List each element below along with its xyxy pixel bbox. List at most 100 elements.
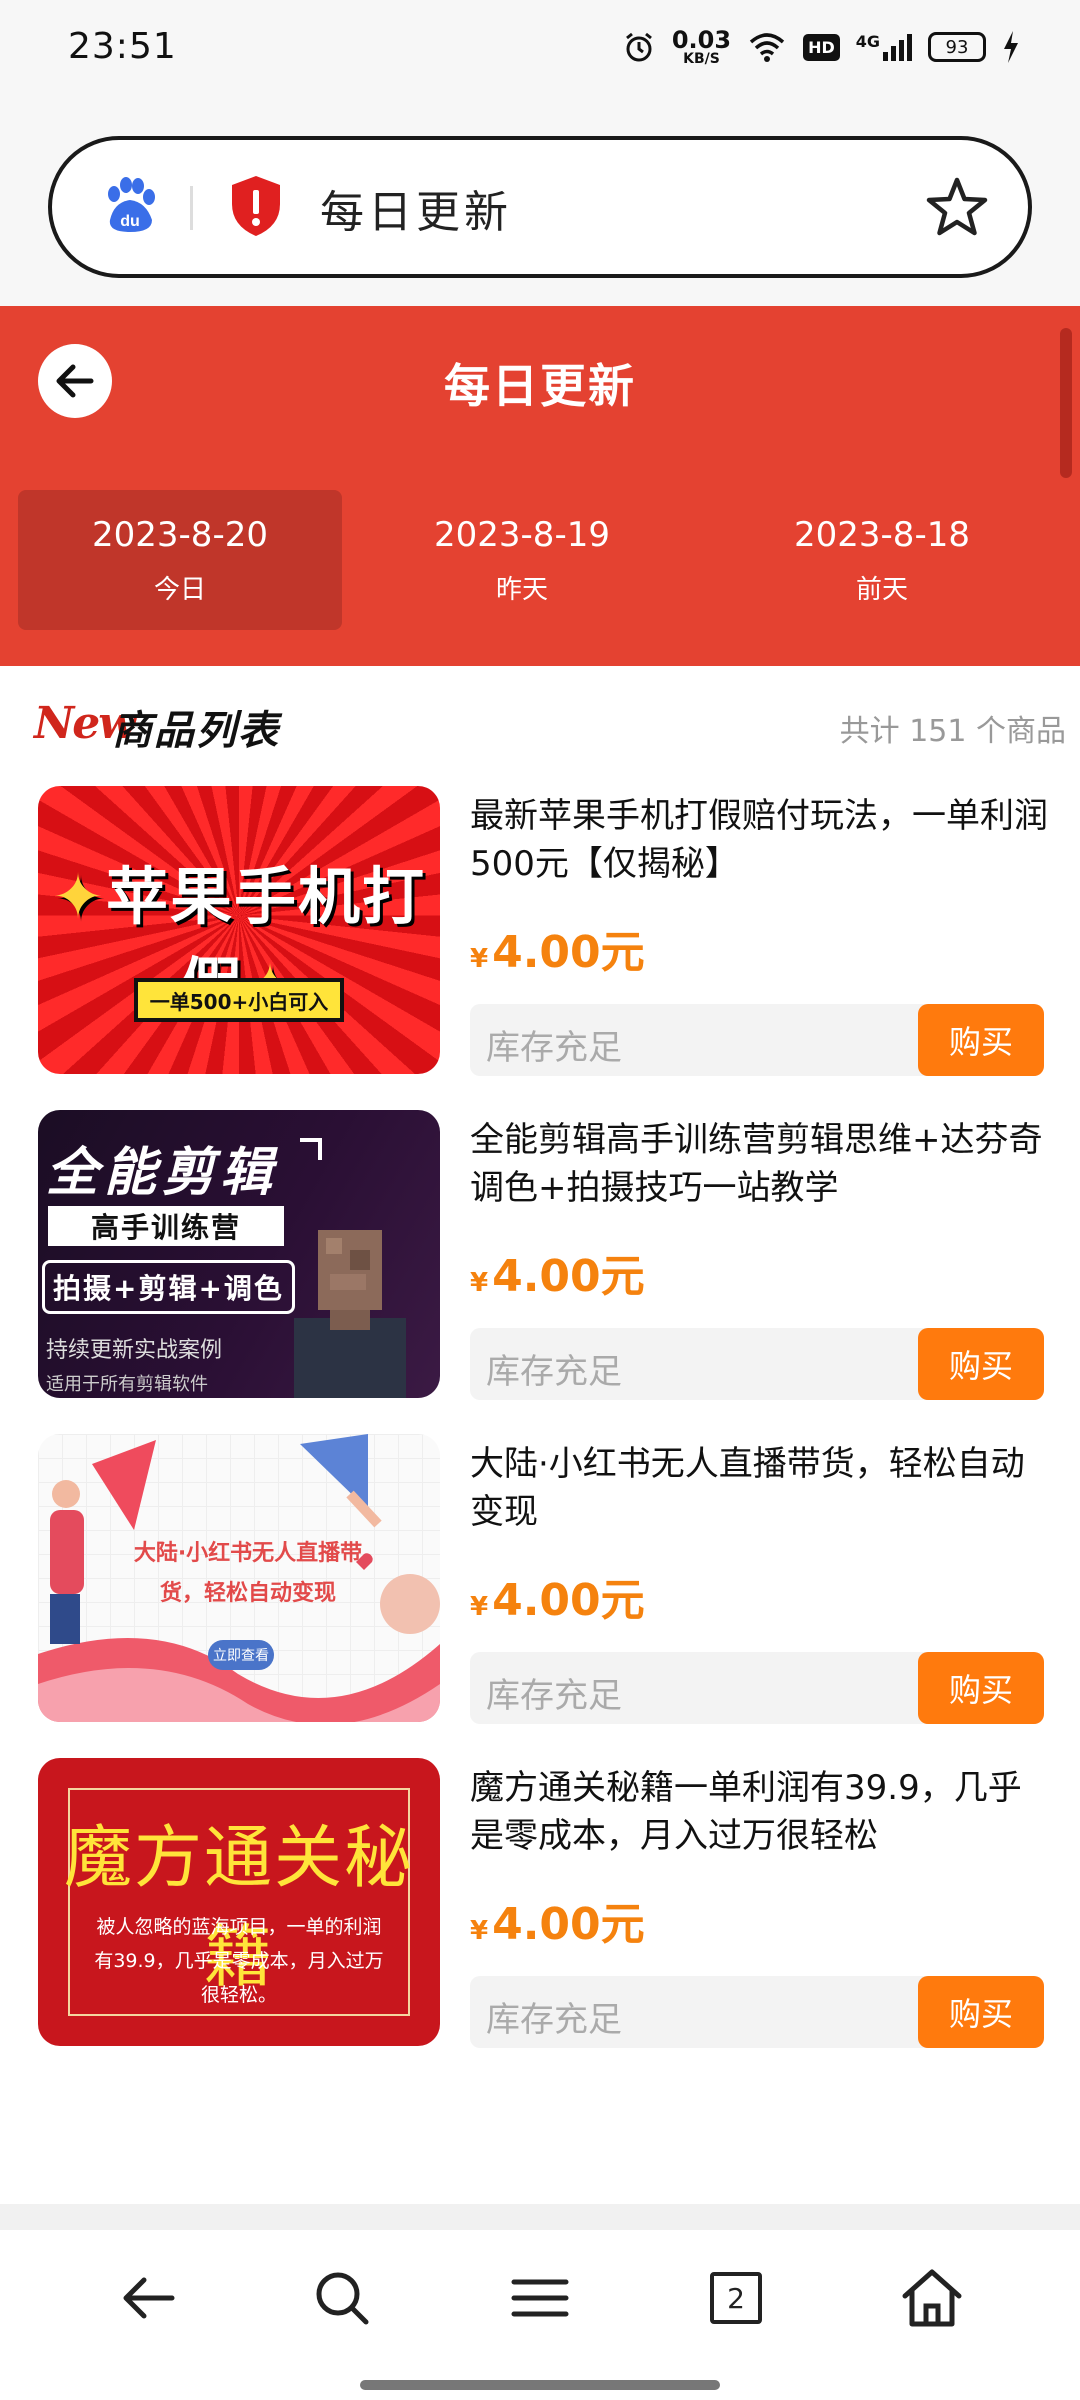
price-value: 4.00元 <box>492 1251 645 1302</box>
thumb-tag: 一单500+小白可入 <box>134 978 344 1022</box>
thumb-note-small: 适用于所有剪辑软件 <box>46 1374 208 1395</box>
date-tab-label: 前天 <box>855 574 908 605</box>
product-thumbnail[interactable]: ✦苹果手机打假✦ 一单500+小白可入 <box>38 786 440 1074</box>
tab-count: 2 <box>727 2281 745 2315</box>
date-tab-label: 昨天 <box>495 574 548 605</box>
stock-bar: 库存充足 购买 <box>470 1328 1044 1400</box>
scrollbar-thumb[interactable] <box>1060 328 1072 478</box>
page-title: 每日更新 <box>444 359 636 413</box>
corner-mark <box>300 1138 322 1160</box>
date-tab-date: 2023-8-19 <box>434 514 610 555</box>
thumb-subtitle: 高手训练营 <box>48 1206 284 1246</box>
product-card[interactable]: ✦苹果手机打假✦ 一单500+小白可入 最新苹果手机打假赔付玩法，一单利润500… <box>0 776 1080 1100</box>
net-speed-value: 0.03 <box>671 26 732 54</box>
nav-menu-button[interactable] <box>500 2258 580 2338</box>
thumb-text: 被人忽略的蓝海项目，一单的利润有39.9，几乎是零成本，月入过万很轻松。 <box>94 1916 384 2006</box>
search-icon <box>316 2272 369 2325</box>
date-tab-yesterday[interactable]: 2023-8-19 昨天 <box>342 490 702 630</box>
product-price: ¥4.00元 <box>470 1564 645 1628</box>
thumb-note: 持续更新实战案例 <box>46 1338 223 1363</box>
browser-bottom-nav: 2 <box>0 2230 1080 2400</box>
menu-icon <box>511 2279 569 2317</box>
buy-button[interactable]: 购买 <box>918 1976 1044 2048</box>
product-thumbnail[interactable]: 大陆·小红书无人直播带货，轻松自动变现 立即查看 <box>38 1434 440 1722</box>
price-value: 4.00元 <box>492 1575 645 1626</box>
shield-alert-icon[interactable] <box>228 174 284 238</box>
price-value: 4.00元 <box>492 1899 645 1950</box>
network-label: 4G <box>855 32 880 51</box>
address-bar[interactable]: du 每日更新 <box>48 136 1032 278</box>
hd-badge: HD <box>803 33 840 61</box>
net-speed: 0.03 KB/S <box>672 28 731 66</box>
price-value: 4.00元 <box>492 927 645 978</box>
wifi-icon <box>749 33 785 62</box>
date-tabs: 2023-8-20 今日 2023-8-19 昨天 2023-8-18 前天 <box>18 490 1062 630</box>
product-title[interactable]: 全能剪辑高手训练营剪辑思维+达芬奇调色+拍摄技巧一站教学 <box>470 1116 1050 1212</box>
star-icon[interactable] <box>924 174 990 240</box>
instructor-photo <box>294 1230 406 1398</box>
card-divider <box>0 2204 1080 2232</box>
currency-symbol: ¥ <box>470 944 489 974</box>
tabs-icon: 2 <box>710 2272 762 2324</box>
product-card[interactable]: 魔方通关秘籍 被人忽略的蓝海项目，一单的利润有39.9，几乎是零成本，月入过万很… <box>0 1748 1080 2072</box>
charging-icon <box>1004 31 1018 63</box>
thumb-tagline: 拍摄+剪辑+调色 <box>42 1260 295 1314</box>
buy-button[interactable]: 购买 <box>918 1652 1044 1724</box>
back-arrow-icon <box>123 2277 175 2319</box>
baidu-paw-icon[interactable]: du <box>100 176 160 236</box>
svg-text:du: du <box>120 213 140 230</box>
nav-back-button[interactable] <box>108 2258 188 2338</box>
nav-search-button[interactable] <box>302 2258 382 2338</box>
status-icons: 0.03 KB/S HD 4G 93 <box>622 22 1020 72</box>
nav-home-button[interactable] <box>892 2258 972 2338</box>
product-count: 共计 151 个商品 <box>839 714 1066 749</box>
product-list: ✦苹果手机打假✦ 一单500+小白可入 最新苹果手机打假赔付玩法，一单利润500… <box>0 776 1080 2232</box>
product-thumbnail[interactable]: 全能剪辑 高手训练营 拍摄+剪辑+调色 持续更新实战案例 适用于所有剪辑软件 <box>38 1110 440 1398</box>
stock-bar: 库存充足 购买 <box>470 1976 1044 2048</box>
date-tab-date: 2023-8-20 <box>92 514 268 555</box>
thumb-cta: 立即查看 <box>208 1640 274 1670</box>
date-tab-label: 今日 <box>153 574 206 605</box>
product-title[interactable]: 最新苹果手机打假赔付玩法，一单利润500元【仅揭秘】 <box>470 792 1050 888</box>
product-list-title: 商品列表 <box>112 708 280 754</box>
status-time: 23:51 <box>68 26 177 67</box>
stock-status: 库存充足 <box>486 2000 622 2040</box>
battery-level: 93 <box>945 36 969 58</box>
stock-status: 库存充足 <box>486 1676 622 1716</box>
battery-indicator: 93 <box>928 32 986 62</box>
net-speed-unit: KB/S <box>683 51 720 67</box>
product-price: ¥4.00元 <box>470 1240 645 1304</box>
browser-toolbar: du 每日更新 <box>0 96 1080 306</box>
product-title[interactable]: 大陆·小红书无人直播带货，轻松自动变现 <box>470 1440 1050 1536</box>
status-bar: 23:51 0.03 KB/S HD 4G 93 <box>0 0 1080 96</box>
thumb-text: 大陆·小红书无人直播带货，轻松自动变现 <box>133 1541 363 1606</box>
product-list-header: New 商品列表 共计 151 个商品 <box>0 666 1080 776</box>
stock-bar: 库存充足 购买 <box>470 1652 1044 1724</box>
date-tab-date: 2023-8-18 <box>794 514 970 555</box>
stock-status: 库存充足 <box>486 1352 622 1392</box>
date-tab-day-before[interactable]: 2023-8-18 前天 <box>702 490 1062 630</box>
stock-bar: 库存充足 购买 <box>470 1004 1044 1076</box>
sparkle-icon: ✦ <box>52 860 106 933</box>
buy-button[interactable]: 购买 <box>918 1004 1044 1076</box>
alarm-icon <box>625 32 652 62</box>
currency-symbol: ¥ <box>470 1592 489 1622</box>
address-separator <box>190 186 193 230</box>
product-card[interactable]: 全能剪辑 高手训练营 拍摄+剪辑+调色 持续更新实战案例 适用于所有剪辑软件 全… <box>0 1100 1080 1424</box>
product-title[interactable]: 魔方通关秘籍一单利润有39.9，几乎是零成本，月入过万很轻松 <box>470 1764 1050 1860</box>
product-thumbnail[interactable]: 魔方通关秘籍 被人忽略的蓝海项目，一单的利润有39.9，几乎是零成本，月入过万很… <box>38 1758 440 2046</box>
currency-symbol: ¥ <box>470 1268 489 1298</box>
signal-icon: 4G <box>856 32 912 62</box>
nav-tabs-button[interactable]: 2 <box>696 2258 776 2338</box>
product-card[interactable]: 大陆·小红书无人直播带货，轻松自动变现 立即查看 大陆·小红书无人直播带货，轻松… <box>0 1424 1080 1748</box>
address-text[interactable]: 每日更新 <box>320 176 512 240</box>
currency-symbol: ¥ <box>470 1916 489 1946</box>
home-indicator[interactable] <box>360 2380 720 2390</box>
page-header: 每日更新 2023-8-20 今日 2023-8-19 昨天 2023-8-18… <box>0 306 1080 666</box>
product-price: ¥4.00元 <box>470 916 645 980</box>
buy-button[interactable]: 购买 <box>918 1328 1044 1400</box>
product-price: ¥4.00元 <box>470 1888 645 1952</box>
home-icon <box>902 2269 962 2327</box>
date-tab-today[interactable]: 2023-8-20 今日 <box>18 490 342 630</box>
thumb-title: 全能剪辑 <box>46 1143 279 1203</box>
